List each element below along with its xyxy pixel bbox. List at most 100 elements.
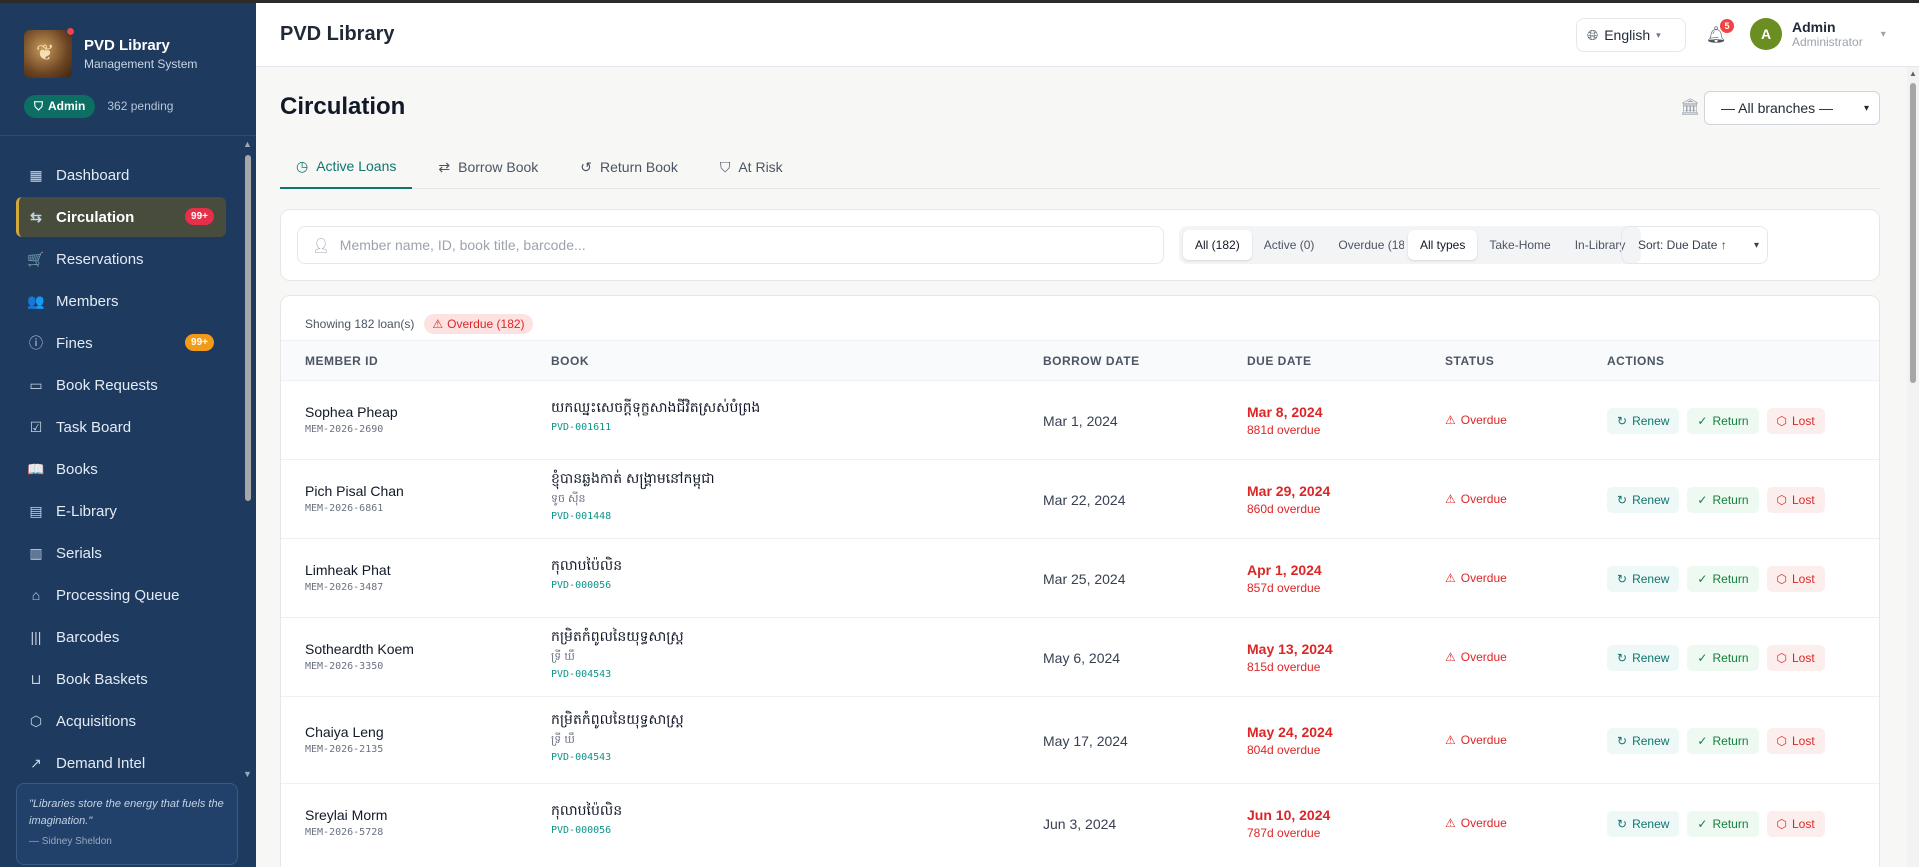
renew-button[interactable]: ↻ Renew [1607, 810, 1680, 837]
book-title[interactable]: ខ្ញុំបានឆ្លងកាត់ សង្គ្រាមនៅកម្ពុជា [551, 469, 715, 490]
book-cell: កុលាបប៉ៃលិន PVD-000056 [551, 801, 622, 836]
sidebar-scroll-thumb[interactable] [245, 155, 251, 501]
type-filter-option[interactable]: All types [1408, 230, 1478, 260]
newspaper-icon: ▥ [29, 544, 43, 561]
scroll-up-icon[interactable]: ▲ [1909, 69, 1917, 78]
language-selector[interactable]: 🌐︎ English ▾ [1576, 18, 1686, 52]
sidebar-scrollbar[interactable]: ▲ ▼ [242, 139, 254, 779]
status-badge: ⚠ Overdue [1445, 816, 1507, 830]
warning-icon: ⚠ [1445, 732, 1456, 747]
renew-button-label: Renew [1632, 413, 1670, 428]
return-button[interactable]: ✓ Return [1687, 565, 1759, 592]
status-filter-option[interactable]: All (182) [1183, 230, 1252, 260]
sidebar-item-members[interactable]: 👥 Members [16, 281, 226, 321]
member-name[interactable]: Sophea Pheap [305, 404, 398, 420]
table-row[interactable]: Chaiya Leng MEM-2026-2135 កម្រិតកំពូលនៃយុទ… [281, 696, 1879, 783]
type-filter-option[interactable]: Take-Home [1477, 230, 1562, 260]
user-role: Administrator [1792, 35, 1863, 49]
book-title[interactable]: យកឈ្នះសេចក្ដីទុក្ខសាងជីវិតស្រស់បំព្រង [551, 398, 760, 419]
member-name[interactable]: Chaiya Leng [305, 724, 384, 740]
member-name[interactable]: Sotheardth Koem [305, 641, 414, 657]
tab-active-loans[interactable]: ◷ Active Loans [280, 145, 413, 189]
book-title[interactable]: កុលាបប៉ៃលិន [551, 556, 622, 577]
trending-icon: ↗ [30, 754, 42, 771]
lost-button[interactable]: ⬡ Lost [1766, 810, 1825, 837]
status-filter-option[interactable]: Active (0) [1252, 230, 1327, 260]
sidebar-item-dashboard[interactable]: ▦ Dashboard [16, 155, 226, 195]
status-badge: ⚠ Overdue [1445, 413, 1507, 427]
member-name[interactable]: Limheak Phat [305, 562, 391, 578]
book-cell: យកឈ្នះសេចក្ដីទុក្ខសាងជីវិតស្រស់បំព្រង PVD… [551, 398, 760, 433]
renew-button[interactable]: ↻ Renew [1607, 644, 1680, 671]
return-button[interactable]: ✓ Return [1687, 727, 1759, 754]
sidebar-item-demand-intel[interactable]: ↗ Demand Intel [16, 743, 226, 783]
status-label: Overdue [1460, 732, 1507, 747]
renew-button[interactable]: ↻ Renew [1607, 486, 1680, 513]
branch-select[interactable]: — All branches — ▾ [1704, 91, 1880, 125]
user-menu[interactable]: A Admin Administrator ▾ [1750, 18, 1886, 50]
tab-label: Active Loans [316, 158, 397, 174]
warning-icon: ⚠ [1445, 491, 1456, 506]
package-x-icon: ⬡ [1776, 571, 1787, 586]
return-button[interactable]: ✓ Return [1687, 486, 1759, 513]
table-row[interactable]: Sotheardth Koem MEM-2026-3350 កម្រិតកំពូលន… [281, 617, 1879, 696]
search-input[interactable]: 👤︎ Member name, ID, book title, barcode.… [297, 226, 1164, 264]
lost-button[interactable]: ⬡ Lost [1766, 486, 1825, 513]
tab-label: At Risk [738, 159, 783, 175]
notifications-button[interactable]: 🔔︎ 5 [1704, 19, 1734, 47]
overdue-days: 804d overdue [1247, 742, 1321, 757]
main-scrollbar[interactable]: ▲ [1907, 67, 1919, 867]
return-button[interactable]: ✓ Return [1687, 644, 1759, 671]
lost-button[interactable]: ⬡ Lost [1766, 407, 1825, 434]
main-scroll-thumb[interactable] [1910, 83, 1916, 383]
lost-button[interactable]: ⬡ Lost [1766, 644, 1825, 671]
row-actions: ↻ Renew ✓ Return ⬡ Lost [1607, 644, 1825, 671]
sidebar-item-books[interactable]: 📖 Books [16, 449, 226, 489]
table-row[interactable]: Sophea Pheap MEM-2026-2690 យកឈ្នះសេចក្ដីទុ… [281, 380, 1879, 459]
member-name[interactable]: Pich Pisal Chan [305, 483, 404, 499]
tab-return-book[interactable]: ↺ Return Book [564, 145, 694, 189]
member-cell: Limheak Phat MEM-2026-3487 [305, 562, 391, 593]
table-row[interactable]: Sreylai Morm MEM-2026-5728 កុលាបប៉ៃលិន PVD-… [281, 783, 1879, 862]
sidebar-item-e-library[interactable]: ▤ E-Library [16, 491, 226, 531]
book-title[interactable]: កម្រិតកំពូលនៃយុទ្ធសាស្ត្រ [551, 710, 684, 731]
sidebar-item-barcodes[interactable]: ||| Barcodes [16, 617, 226, 657]
member-name[interactable]: Sreylai Morm [305, 807, 387, 823]
scroll-up-icon[interactable]: ▲ [243, 139, 252, 149]
sidebar-item-book-requests[interactable]: ▭ Book Requests [16, 365, 226, 405]
status-badge: ⚠ Overdue [1445, 733, 1507, 747]
sort-select[interactable]: Sort: Due Date ↑ ▾ [1621, 226, 1768, 264]
sidebar-item-serials[interactable]: ▥ Serials [16, 533, 226, 573]
sidebar-item-circulation[interactable]: ⇆ Circulation 99+ [16, 197, 226, 237]
renew-button[interactable]: ↻ Renew [1607, 727, 1680, 754]
lost-button[interactable]: ⬡ Lost [1766, 565, 1825, 592]
book-title[interactable]: កុលាបប៉ៃលិន [551, 801, 622, 822]
sidebar-item-fines[interactable]: ⓘ Fines 99+ [16, 323, 226, 363]
shield-icon: ⛉ [34, 98, 44, 113]
sidebar-item-reservations[interactable]: 🛒 Reservations [16, 239, 226, 279]
brand[interactable]: ❦ PVD Library Management System [0, 3, 256, 83]
online-dot [66, 27, 75, 36]
table-row[interactable]: Limheak Phat MEM-2026-3487 កុលាបប៉ៃលិន PVD-… [281, 538, 1879, 617]
sidebar-item-acquisitions[interactable]: ⬡ Acquisitions [16, 701, 226, 741]
renew-button[interactable]: ↻ Renew [1607, 407, 1680, 434]
book-cell: កម្រិតកំពូលនៃយុទ្ធសាស្ត្រ ទ្រី ឃឹ PVD-0045… [551, 710, 684, 763]
return-button[interactable]: ✓ Return [1687, 810, 1759, 837]
book-title[interactable]: កម្រិតកំពូលនៃយុទ្ធសាស្ត្រ [551, 627, 684, 648]
sidebar-item-book-baskets[interactable]: ⊔ Book Baskets [16, 659, 226, 699]
status-label: Overdue [1460, 815, 1507, 830]
tab-borrow-book[interactable]: ⇄ Borrow Book [422, 145, 554, 189]
sidebar-item-processing-queue[interactable]: ⌂ Processing Queue [16, 575, 226, 615]
row-actions: ↻ Renew ✓ Return ⬡ Lost [1607, 407, 1825, 434]
overdue-filter-pill[interactable]: ⚠ Overdue (182) [424, 314, 533, 334]
table-row[interactable]: Pich Pisal Chan MEM-2026-6861 ខ្ញុំបានឆ្លង… [281, 459, 1879, 538]
return-button[interactable]: ✓ Return [1687, 407, 1759, 434]
due-date-cell: May 24, 2024 804d overdue [1247, 724, 1333, 757]
sort-value: Sort: Due Date ↑ [1638, 238, 1727, 252]
scroll-down-icon[interactable]: ▼ [243, 769, 252, 779]
lost-button[interactable]: ⬡ Lost [1766, 727, 1825, 754]
sidebar-item-task-board[interactable]: ☑ Task Board [16, 407, 226, 447]
tab-at-risk[interactable]: ⛉ At Risk [704, 145, 799, 189]
renew-button[interactable]: ↻ Renew [1607, 565, 1680, 592]
due-date: Apr 1, 2024 [1247, 561, 1322, 578]
